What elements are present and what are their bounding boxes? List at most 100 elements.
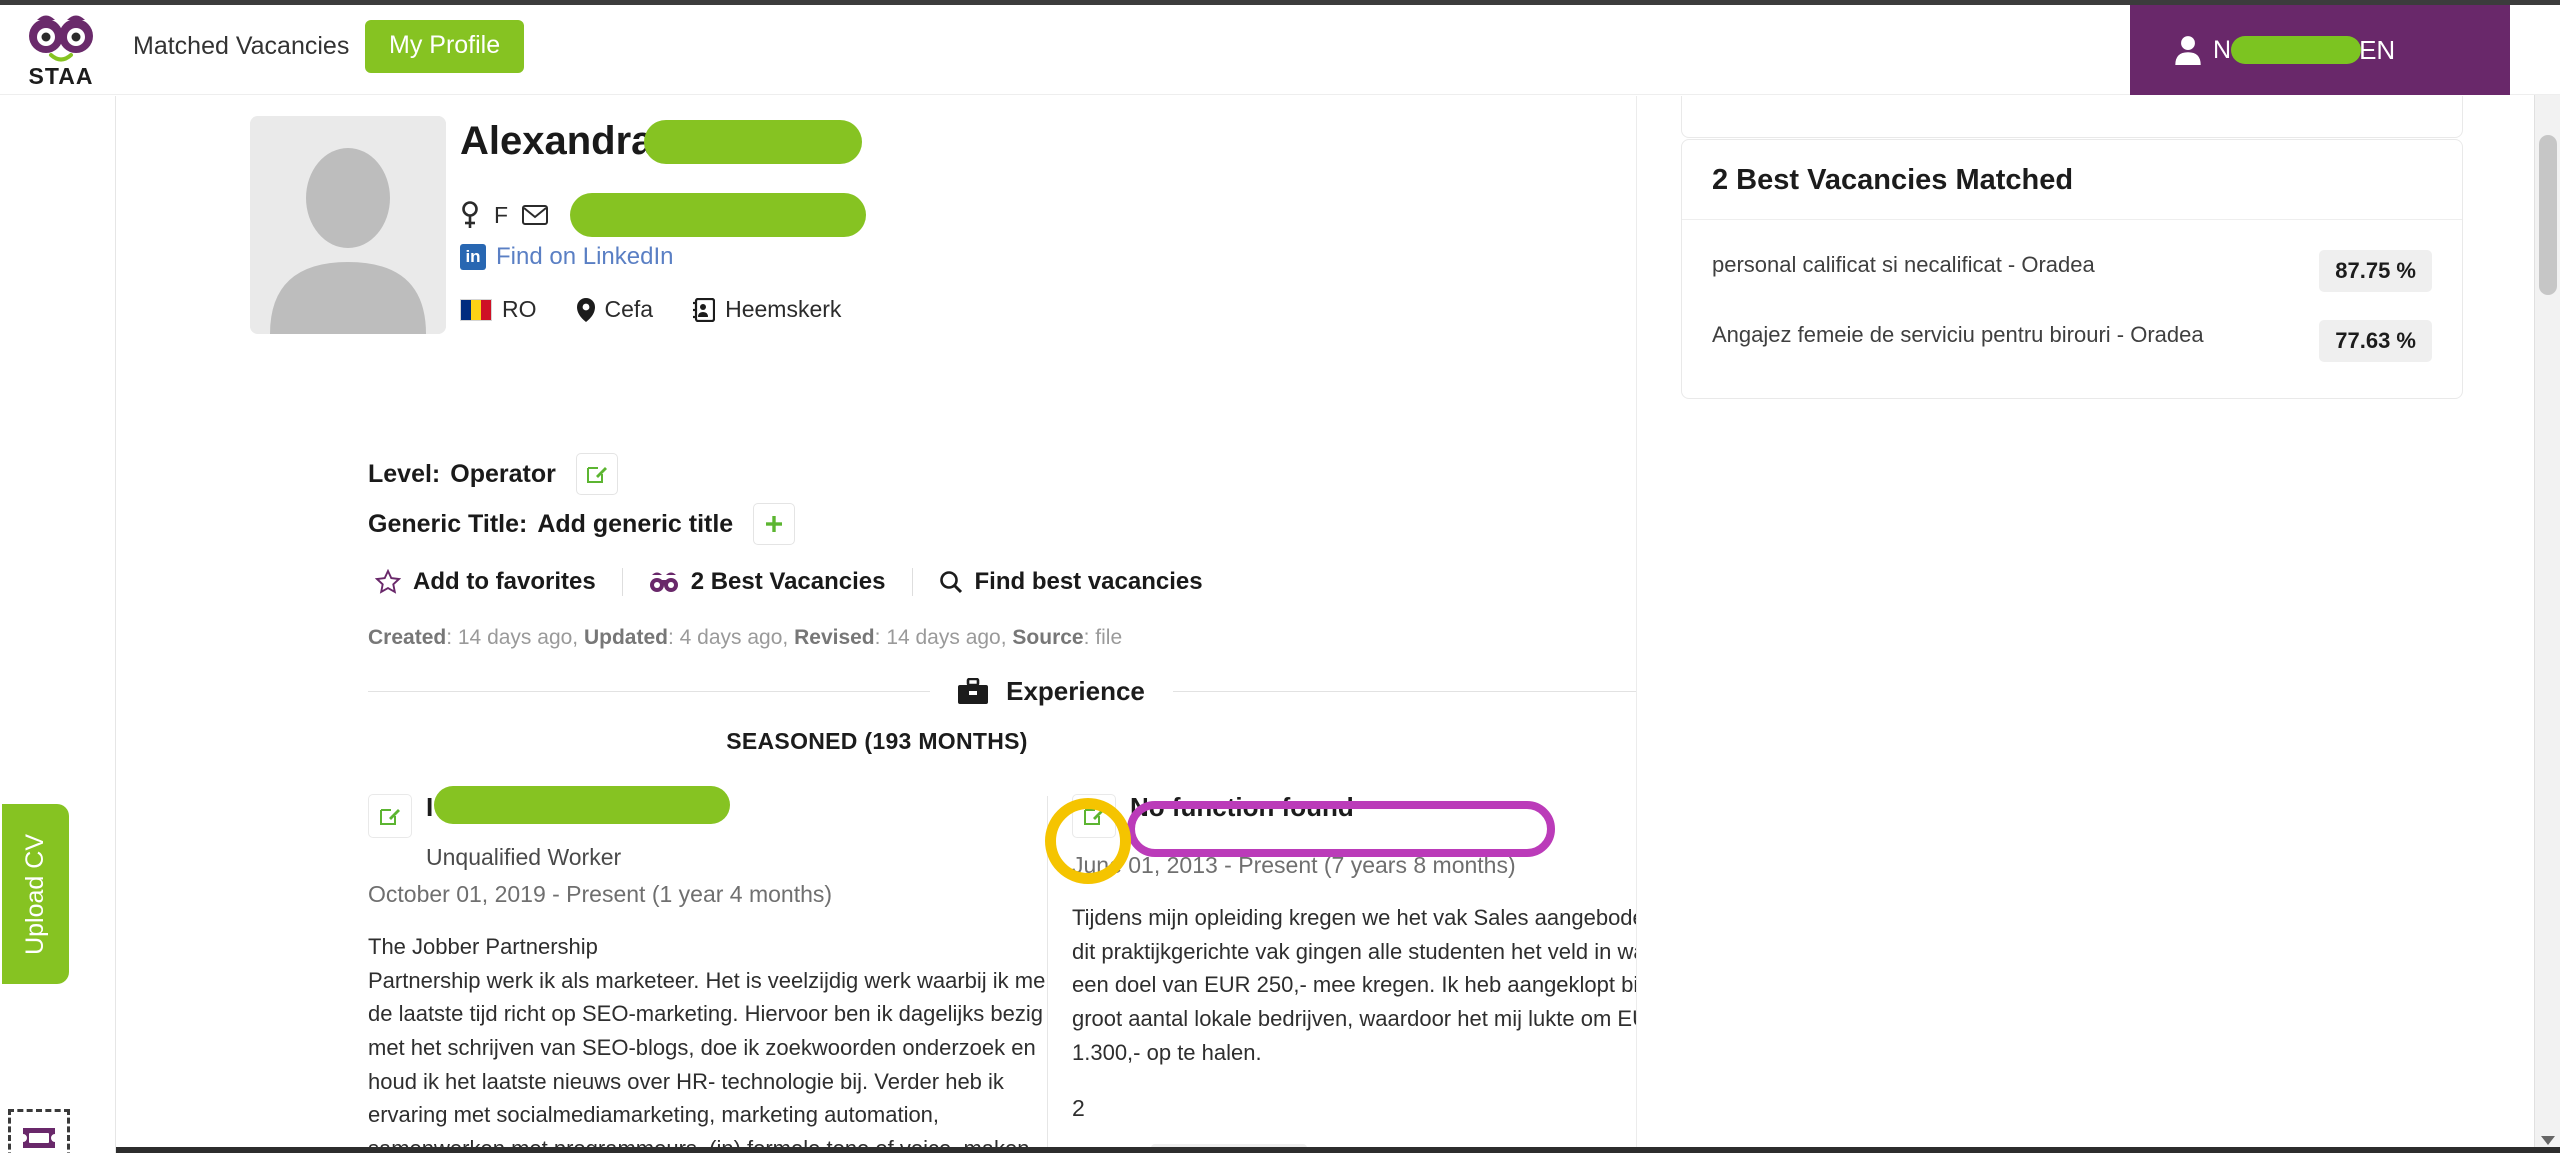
profile-location-row: RO Cefa Heemskerk bbox=[460, 296, 841, 323]
ticket-icon bbox=[23, 1128, 55, 1148]
experience-section-header: Experience bbox=[368, 676, 1636, 707]
avatar bbox=[250, 116, 446, 334]
meta-source-value: file bbox=[1095, 626, 1123, 649]
edit-pencil-icon bbox=[1084, 809, 1104, 825]
edit-experience-1-button[interactable] bbox=[368, 794, 412, 838]
experience-entry-2-title-row: No function found bbox=[1072, 786, 1636, 838]
experience-entry-1-title-text: I bbox=[426, 792, 434, 822]
sidebar-card-above-clipped bbox=[1681, 96, 2463, 138]
experience-entry-1-description: The Jobber Partnership Partnership werk … bbox=[368, 934, 1046, 1153]
briefcase-icon bbox=[958, 677, 989, 704]
best-vacancies-card-title: 2 Best Vacancies Matched bbox=[1682, 140, 2462, 220]
generic-title-row: Generic Title: Add generic title bbox=[368, 503, 796, 545]
vacancy-match-percent: 77.63 % bbox=[2319, 320, 2432, 362]
main-content-column: Alexandra F in Find on LinkedIn RO Cefa … bbox=[117, 96, 1637, 1153]
svg-text:STAA: STAA bbox=[29, 63, 94, 89]
ticket-badge-button[interactable] bbox=[8, 1109, 70, 1153]
female-gender-icon bbox=[462, 201, 478, 228]
edit-pencil-icon bbox=[380, 809, 400, 825]
edit-experience-2-button[interactable] bbox=[1072, 794, 1116, 838]
staa-logo-icon[interactable]: STAA bbox=[25, 8, 97, 92]
envelope-icon bbox=[522, 205, 549, 225]
best-vacancies-action[interactable]: 2 Best Vacancies bbox=[621, 568, 912, 596]
experience-title: Experience bbox=[1006, 676, 1145, 706]
linkedin-icon: in bbox=[460, 244, 486, 270]
experience-entry-2: No function found June 01, 2013 - Presen… bbox=[1072, 786, 1636, 1153]
nav-matched-vacancies[interactable]: Matched Vacancies bbox=[133, 32, 349, 61]
my-profile-button[interactable]: My Profile bbox=[365, 20, 525, 73]
experience-entry-1-title-row: I bbox=[368, 786, 1048, 838]
browser-bottom-strip bbox=[0, 1147, 2560, 1153]
vacancy-row[interactable]: personal calificat si necalificat - Orad… bbox=[1712, 236, 2432, 306]
experience-entry-1: I Unqualified Worker October 01, 2019 - … bbox=[368, 786, 1048, 1153]
divider-right bbox=[1172, 691, 1636, 692]
best-vacancies-card: 2 Best Vacancies Matched personal califi… bbox=[1681, 139, 2463, 399]
profile-name: Alexandra bbox=[460, 119, 862, 164]
vacancy-row[interactable]: Angajez femeie de serviciu pentru birour… bbox=[1712, 306, 2432, 376]
profile-meta: Created: 14 days ago, Updated: 4 days ag… bbox=[368, 626, 1123, 649]
language-label: EN bbox=[2359, 34, 2396, 65]
profile-country: RO bbox=[502, 296, 537, 322]
plus-icon bbox=[766, 516, 783, 532]
romania-flag-icon bbox=[460, 298, 492, 321]
redaction-job-title-1 bbox=[434, 786, 730, 824]
header-user-area: N EN bbox=[2130, 5, 2510, 95]
meta-created-label: Created bbox=[368, 626, 447, 649]
profile-first-name: Alexandra bbox=[460, 119, 654, 163]
right-sidebar: 2 Best Vacancies Matched personal califi… bbox=[1638, 96, 2512, 1153]
find-best-vacancies-label: Find best vacancies bbox=[974, 568, 1203, 595]
profile-linkedin-row[interactable]: in Find on LinkedIn bbox=[460, 243, 673, 271]
profile-gender: F bbox=[494, 201, 509, 228]
magnifier-icon bbox=[939, 571, 962, 594]
meta-revised-value: 14 days ago, bbox=[886, 626, 1007, 649]
meta-updated-value: 4 days ago, bbox=[679, 626, 789, 649]
find-best-vacancies-action[interactable]: Find best vacancies bbox=[911, 568, 1229, 596]
experience-entry-2-description: Tijdens mijn opleiding kregen we het vak… bbox=[1072, 905, 1636, 1065]
star-outline-icon bbox=[375, 569, 401, 594]
contact-card-icon bbox=[693, 297, 716, 322]
upload-cv-tab[interactable]: Upload CV bbox=[2, 804, 69, 984]
experience-entry-2-count: 2 bbox=[1072, 1095, 1085, 1122]
level-label: Level: bbox=[368, 459, 441, 488]
triangle-down-icon bbox=[2541, 1135, 2555, 1145]
page-scrollbar[interactable] bbox=[2534, 5, 2560, 1153]
vacancy-name: Angajez femeie de serviciu pentru birour… bbox=[1712, 322, 2204, 347]
experience-entry-1-title: I bbox=[426, 786, 730, 824]
meta-revised-label: Revised bbox=[794, 626, 875, 649]
level-row: Level: Operator bbox=[368, 453, 618, 495]
scrollbar-thumb[interactable] bbox=[2539, 135, 2557, 295]
map-pin-icon bbox=[576, 297, 595, 322]
edit-pencil-icon bbox=[586, 467, 607, 483]
generic-title-value[interactable]: Add generic title bbox=[537, 510, 733, 539]
edit-level-button[interactable] bbox=[575, 453, 618, 495]
seniority-label: SEASONED (193 MONTHS) bbox=[726, 728, 1028, 754]
experience-entry-2-title: No function found bbox=[1130, 792, 1354, 822]
binoculars-icon bbox=[649, 572, 678, 592]
experience-entry-1-dates: October 01, 2019 - Present (1 year 4 mon… bbox=[368, 881, 833, 907]
redaction-surname bbox=[644, 120, 862, 164]
profile-office: Heemskerk bbox=[725, 296, 842, 322]
profile-gender-email-row: F bbox=[460, 193, 867, 237]
left-rail: Upload CV bbox=[0, 96, 116, 1153]
profile-city: Cefa bbox=[604, 296, 654, 322]
meta-updated-label: Updated bbox=[583, 626, 668, 649]
meta-created-value: 14 days ago, bbox=[457, 626, 579, 649]
best-vacancies-list: personal calificat si necalificat - Orad… bbox=[1682, 220, 2462, 398]
experience-entry-2-dates: June 01, 2013 - Present (7 years 8 month… bbox=[1072, 852, 1516, 878]
upload-cv-label: Upload CV bbox=[21, 833, 49, 955]
redaction-user-name bbox=[2231, 35, 2361, 64]
vacancy-name: personal calificat si necalificat - Orad… bbox=[1712, 252, 2095, 277]
vacancy-match-percent: 87.75 % bbox=[2319, 250, 2432, 292]
add-generic-title-button[interactable] bbox=[753, 503, 796, 545]
meta-source-label: Source bbox=[1012, 626, 1084, 649]
app-header: STAA Matched Vacancies My Profile N EN bbox=[0, 5, 2560, 95]
user-name-text: N bbox=[2213, 35, 2232, 64]
level-value: Operator bbox=[450, 459, 556, 488]
add-to-favorites-action[interactable]: Add to favorites bbox=[375, 568, 622, 596]
divider-left bbox=[368, 691, 931, 692]
find-on-linkedin-link[interactable]: Find on LinkedIn bbox=[496, 243, 673, 271]
user-icon bbox=[2175, 36, 2201, 65]
user-name[interactable]: N bbox=[2213, 35, 2361, 65]
best-vacancies-label: 2 Best Vacancies bbox=[690, 568, 886, 595]
generic-title-label: Generic Title: bbox=[368, 509, 528, 538]
